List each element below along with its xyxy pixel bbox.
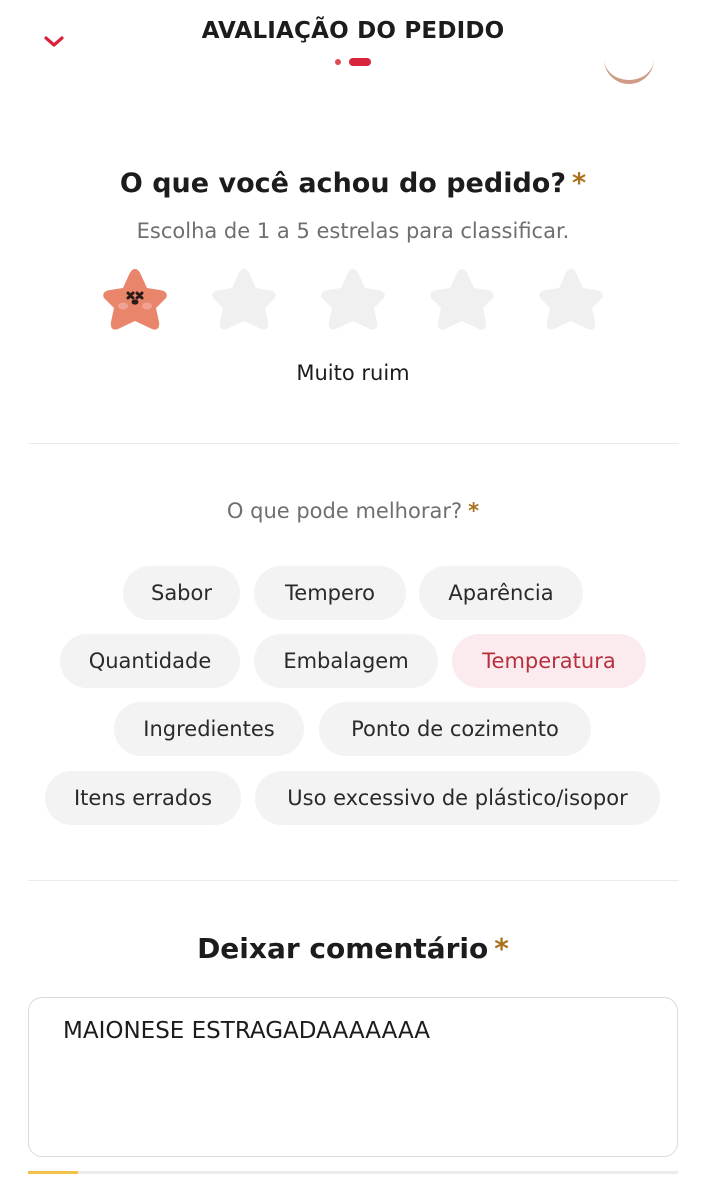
chip-ponto-de-cozimento[interactable]: Ponto de cozimento <box>319 702 591 756</box>
rating-question-text: O que você achou do pedido? <box>119 168 566 199</box>
rating-value-label: Muito ruim <box>296 361 410 385</box>
chip-quantidade[interactable]: Quantidade <box>60 634 240 688</box>
rating-subtitle: Escolha de 1 a 5 estrelas para classific… <box>136 219 570 243</box>
chip-aparencia[interactable]: Aparência <box>419 566 583 620</box>
required-mark: * <box>468 499 480 523</box>
progress-track <box>28 1171 678 1174</box>
chip-embalagem[interactable]: Embalagem <box>254 634 438 688</box>
progress-accent <box>28 1171 78 1174</box>
star-5[interactable] <box>536 266 606 334</box>
chip-uso-excessivo-de-plastico[interactable]: Uso excessivo de plástico/isopor <box>255 771 660 825</box>
star-2[interactable] <box>209 266 279 334</box>
header: AVALIAÇÃO DO PEDIDO <box>0 0 706 84</box>
divider <box>28 880 679 881</box>
improve-question: O que pode melhorar? * <box>0 499 706 523</box>
required-mark: * <box>572 168 587 199</box>
comment-textarea[interactable]: MAIONESE ESTRAGADAAAAAAA <box>28 997 678 1157</box>
star-rating <box>100 266 610 336</box>
page-title: AVALIAÇÃO DO PEDIDO <box>201 18 505 44</box>
required-mark: * <box>494 932 509 965</box>
star-4[interactable] <box>427 266 497 334</box>
rating-question: O que você achou do pedido? * <box>0 168 706 199</box>
avatar <box>604 58 654 84</box>
page-indicator-active <box>349 58 371 66</box>
page-indicator-dot <box>335 59 341 65</box>
chip-tempero[interactable]: Tempero <box>254 566 406 620</box>
chip-temperatura[interactable]: Temperatura <box>452 634 646 688</box>
star-1[interactable] <box>100 266 170 334</box>
comment-title-text: Deixar comentário <box>197 932 489 965</box>
improve-question-text: O que pode melhorar? <box>226 499 463 523</box>
chip-ingredientes[interactable]: Ingredientes <box>114 702 304 756</box>
comment-title: Deixar comentário * <box>0 932 706 965</box>
chip-sabor[interactable]: Sabor <box>123 566 240 620</box>
divider <box>28 443 679 444</box>
chip-itens-errados[interactable]: Itens errados <box>45 771 241 825</box>
star-3[interactable] <box>318 266 388 334</box>
comment-text: MAIONESE ESTRAGADAAAAAAA <box>63 1018 431 1044</box>
